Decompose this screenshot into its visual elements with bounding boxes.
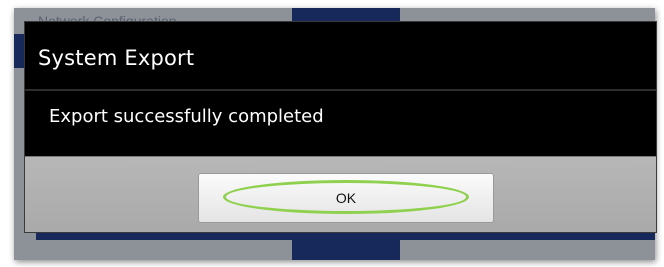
dialog-title: System Export xyxy=(38,46,195,70)
export-dialog: System Export Export successfully comple… xyxy=(24,21,657,233)
ok-button-label: OK xyxy=(335,190,357,206)
dialog-divider xyxy=(25,89,656,91)
background-panel-bottom-right xyxy=(400,240,655,260)
ok-button[interactable]: OK xyxy=(198,173,494,223)
background-panel-bottom-left xyxy=(14,240,292,260)
dialog-button-bar: OK xyxy=(25,156,656,232)
dialog-message: Export successfully completed xyxy=(49,106,324,127)
